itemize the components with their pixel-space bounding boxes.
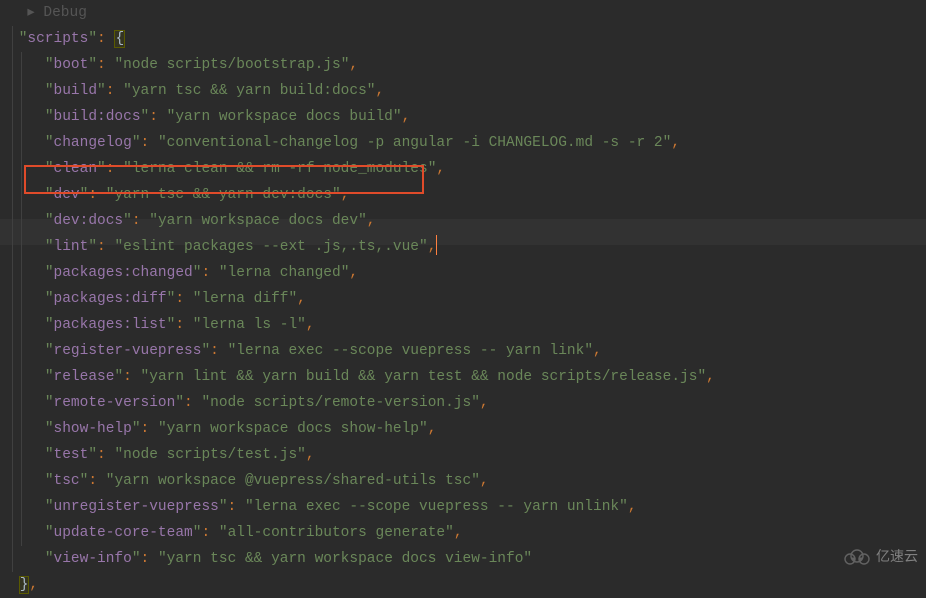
script-entry: "packages:changed": "lerna changed", bbox=[10, 260, 926, 286]
script-entry: "update-core-team": "all-contributors ge… bbox=[10, 520, 926, 546]
scripts-key-line: "scripts": { bbox=[10, 26, 926, 52]
text-caret bbox=[436, 235, 437, 255]
script-entry: "release": "yarn lint && yarn build && y… bbox=[10, 364, 926, 390]
debug-label-line: ▸ Debug bbox=[10, 0, 926, 26]
closing-brace-line: }, bbox=[10, 572, 926, 598]
script-entry: "dev:docs": "yarn workspace docs dev", bbox=[10, 208, 926, 234]
script-entry-cursor: "lint": "eslint packages --ext .js,.ts,.… bbox=[10, 234, 926, 260]
script-entry: "clean": "lerna clean && rm -rf node_mod… bbox=[10, 156, 926, 182]
script-entry: "changelog": "conventional-changelog -p … bbox=[10, 130, 926, 156]
script-entry: "packages:diff": "lerna diff", bbox=[10, 286, 926, 312]
script-entry: "unregister-vuepress": "lerna exec --sco… bbox=[10, 494, 926, 520]
script-entry: "build": "yarn tsc && yarn build:docs", bbox=[10, 78, 926, 104]
watermark-text: 亿速云 bbox=[876, 543, 918, 569]
code-editor[interactable]: ▸ Debug "scripts": { "boot": "node scrip… bbox=[0, 0, 926, 598]
script-entry: "packages:list": "lerna ls -l", bbox=[10, 312, 926, 338]
cloud-icon bbox=[842, 547, 872, 565]
script-entry: "view-info": "yarn tsc && yarn workspace… bbox=[10, 546, 926, 572]
script-entry: "build:docs": "yarn workspace docs build… bbox=[10, 104, 926, 130]
script-entry: "tsc": "yarn workspace @vuepress/shared-… bbox=[10, 468, 926, 494]
script-entry: "remote-version": "node scripts/remote-v… bbox=[10, 390, 926, 416]
script-entry: "register-vuepress": "lerna exec --scope… bbox=[10, 338, 926, 364]
script-entry: "show-help": "yarn workspace docs show-h… bbox=[10, 416, 926, 442]
script-entry: "test": "node scripts/test.js", bbox=[10, 442, 926, 468]
script-entry-highlighted: "dev": "yarn tsc && yarn dev:docs", bbox=[10, 182, 926, 208]
script-entry: "boot": "node scripts/bootstrap.js", bbox=[10, 52, 926, 78]
watermark: 亿速云 bbox=[842, 543, 918, 569]
